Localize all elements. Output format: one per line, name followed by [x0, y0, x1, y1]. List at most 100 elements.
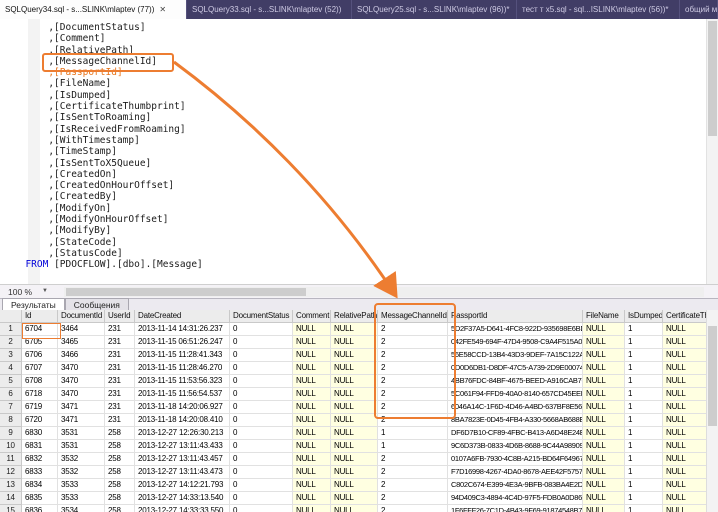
grid-cell[interactable]: 2013-11-15 11:28:41.343 — [135, 349, 230, 362]
grid-cell[interactable]: 2013-12-27 14:33:33.550 — [135, 505, 230, 512]
row-number[interactable]: 2 — [0, 336, 22, 349]
tab-close-icon[interactable]: ✕ — [159, 5, 166, 14]
grid-cell[interactable]: 8BA7823E-0D45-4FB4-A330-5668AB688E71 — [448, 414, 583, 427]
grid-cell[interactable]: DF6D7B10-CF89-4FBC-B413-A6D48E24E79B — [448, 427, 583, 440]
grid-cell[interactable]: 231 — [105, 362, 135, 375]
grid-column-header[interactable]: Id — [22, 310, 58, 323]
grid-column-header[interactable]: DateCreated — [135, 310, 230, 323]
sql-editor[interactable]: ,[DocumentStatus] ,[Comment] ,[RelativeP… — [0, 19, 718, 284]
grid-cell[interactable]: NULL — [331, 427, 378, 440]
grid-cell[interactable]: 5D2F37A5-D641-4FC8-922D-935698E6BDEC — [448, 323, 583, 336]
grid-cell[interactable]: 258 — [105, 427, 135, 440]
grid-cell[interactable]: 2 — [378, 505, 448, 512]
row-number[interactable]: 15 — [0, 505, 22, 512]
grid-cell[interactable]: NULL — [583, 362, 625, 375]
grid-cell[interactable]: NULL — [583, 492, 625, 505]
grid-cell[interactable]: 1 — [625, 453, 663, 466]
grid-cell[interactable]: 5C061F94-FFD9-40A0-8140-657CD45EEFD6 — [448, 388, 583, 401]
grid-cell[interactable]: NULL — [331, 336, 378, 349]
grid-cell[interactable]: NULL — [293, 414, 331, 427]
grid-cell[interactable]: 3471 — [58, 414, 105, 427]
grid-cell[interactable]: 3531 — [58, 440, 105, 453]
grid-cell[interactable]: 0 — [230, 349, 293, 362]
grid-cell[interactable]: 6718 — [22, 388, 58, 401]
grid-cell[interactable]: NULL — [583, 349, 625, 362]
grid-cell[interactable]: 1F6FFF26-7C1D-4B43-9F69-91874548B723 — [448, 505, 583, 512]
grid-cell[interactable]: 1 — [625, 388, 663, 401]
grid-cell[interactable]: 6708 — [22, 375, 58, 388]
grid-column-header[interactable]: Comment — [293, 310, 331, 323]
document-tab[interactable]: SQLQuery33.sql - s...SLINK\mlaptev (52)) — [187, 0, 352, 19]
grid-cell[interactable]: 2 — [378, 492, 448, 505]
grid-cell[interactable]: 0 — [230, 388, 293, 401]
grid-cell[interactable]: NULL — [293, 427, 331, 440]
grid-cell[interactable]: 2013-12-27 14:33:13.540 — [135, 492, 230, 505]
grid-cell[interactable]: NULL — [293, 492, 331, 505]
document-tab[interactable]: SQLQuery34.sql - s...SLINK\mlaptev (77))… — [0, 0, 187, 19]
grid-cell[interactable]: 1 — [625, 492, 663, 505]
grid-cell[interactable]: NULL — [331, 440, 378, 453]
results-vertical-scrollbar[interactable] — [706, 310, 718, 512]
grid-cell[interactable]: 0107A6FB-7930-4C8B-A215-BD64F64967B3 — [448, 453, 583, 466]
grid-cell[interactable]: 1 — [625, 505, 663, 512]
grid-corner-cell[interactable] — [0, 310, 22, 323]
grid-cell[interactable]: 0 — [230, 479, 293, 492]
grid-cell[interactable]: NULL — [583, 336, 625, 349]
grid-cell[interactable]: 2013-11-18 14:20:06.927 — [135, 401, 230, 414]
grid-cell[interactable]: 0 — [230, 414, 293, 427]
grid-cell[interactable]: 3534 — [58, 505, 105, 512]
grid-cell[interactable]: 0 — [230, 505, 293, 512]
grid-cell[interactable]: 3533 — [58, 479, 105, 492]
grid-cell[interactable]: 6707 — [22, 362, 58, 375]
grid-cell[interactable]: 1 — [378, 427, 448, 440]
grid-cell[interactable]: 231 — [105, 401, 135, 414]
chevron-down-icon[interactable]: ▼ — [42, 288, 48, 294]
grid-cell[interactable]: 258 — [105, 492, 135, 505]
grid-cell[interactable]: 3471 — [58, 401, 105, 414]
grid-cell[interactable]: 6046A14C-1F6D-4D46-A4BD-637BF8E564E9 — [448, 401, 583, 414]
grid-cell[interactable]: NULL — [331, 505, 378, 512]
grid-cell[interactable]: 258 — [105, 440, 135, 453]
grid-cell[interactable]: 3532 — [58, 453, 105, 466]
grid-cell[interactable]: NULL — [583, 479, 625, 492]
row-number[interactable]: 13 — [0, 479, 22, 492]
grid-cell[interactable]: NULL — [583, 427, 625, 440]
grid-cell[interactable]: NULL — [293, 336, 331, 349]
grid-cell[interactable]: 2013-12-27 12:26:30.213 — [135, 427, 230, 440]
grid-cell[interactable]: NULL — [293, 388, 331, 401]
scrollbar-thumb[interactable] — [66, 288, 306, 296]
grid-cell[interactable]: NULL — [583, 440, 625, 453]
row-number[interactable]: 5 — [0, 375, 22, 388]
grid-column-header[interactable]: FileName — [583, 310, 625, 323]
grid-cell[interactable]: NULL — [293, 375, 331, 388]
grid-cell[interactable]: 3466 — [58, 349, 105, 362]
grid-cell[interactable]: 2013-11-14 14:31:26.237 — [135, 323, 230, 336]
grid-cell[interactable]: 2013-12-27 13:11:43.473 — [135, 466, 230, 479]
grid-cell[interactable]: 231 — [105, 336, 135, 349]
grid-cell[interactable]: 0 — [230, 401, 293, 414]
grid-cell[interactable]: 258 — [105, 453, 135, 466]
grid-cell[interactable]: 6835 — [22, 492, 58, 505]
grid-cell[interactable]: 231 — [105, 349, 135, 362]
row-number[interactable]: 14 — [0, 492, 22, 505]
grid-column-header[interactable]: UserId — [105, 310, 135, 323]
grid-cell[interactable]: 2013-11-15 11:28:46.270 — [135, 362, 230, 375]
results-pane-tab[interactable]: Сообщения — [64, 298, 129, 310]
editor-horizontal-scrollbar[interactable] — [64, 287, 704, 297]
grid-cell[interactable]: NULL — [293, 349, 331, 362]
grid-cell[interactable]: 6834 — [22, 479, 58, 492]
grid-cell[interactable]: 0 — [230, 375, 293, 388]
grid-cell[interactable]: 3533 — [58, 492, 105, 505]
grid-cell[interactable]: 258 — [105, 505, 135, 512]
grid-cell[interactable]: NULL — [293, 466, 331, 479]
grid-cell[interactable]: NULL — [293, 401, 331, 414]
row-number[interactable]: 11 — [0, 453, 22, 466]
grid-cell[interactable]: NULL — [583, 505, 625, 512]
grid-cell[interactable]: 6831 — [22, 440, 58, 453]
row-number[interactable]: 6 — [0, 388, 22, 401]
row-number[interactable]: 8 — [0, 414, 22, 427]
grid-cell[interactable]: 4BB76FDC-84BF-4675-BEED-A916CAB764C9 — [448, 375, 583, 388]
grid-cell[interactable]: NULL — [331, 388, 378, 401]
grid-cell[interactable]: 3532 — [58, 466, 105, 479]
grid-cell[interactable]: 94D409C3-4894-4C4D-97F5-FDB0A0D86091 — [448, 492, 583, 505]
